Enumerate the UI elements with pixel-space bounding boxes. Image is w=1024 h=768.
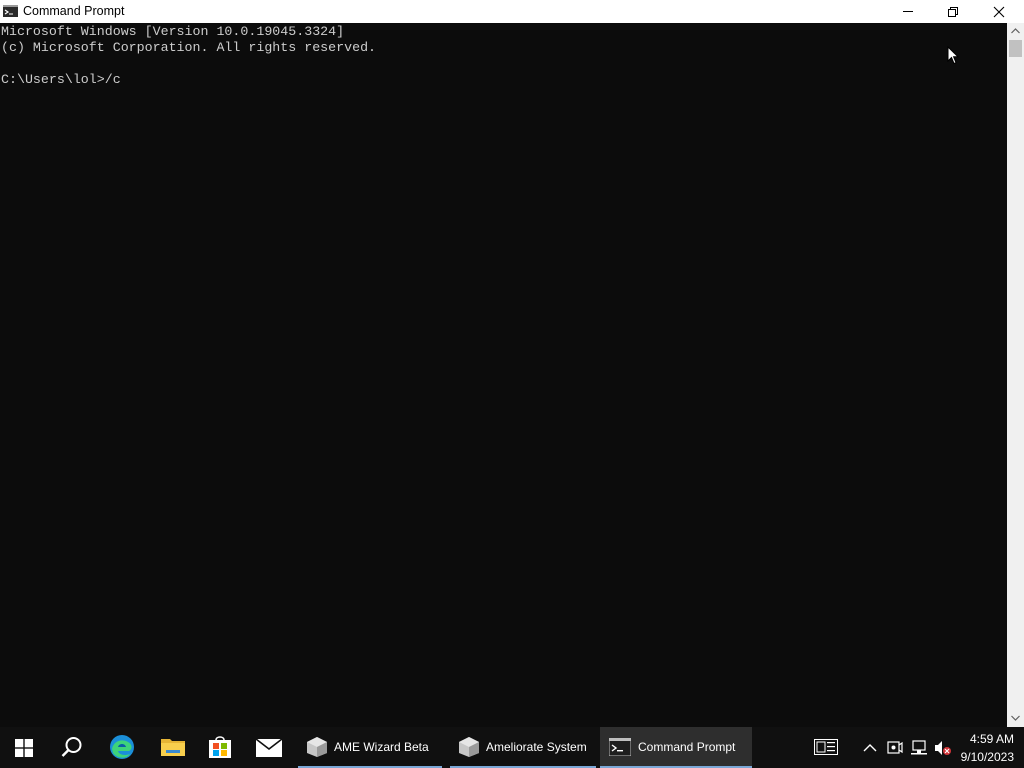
start-button[interactable] xyxy=(0,727,48,768)
console-line: Microsoft Windows [Version 10.0.19045.33… xyxy=(1,24,345,39)
scroll-up-button[interactable] xyxy=(1007,23,1024,40)
file-explorer-button[interactable] xyxy=(148,727,196,768)
minimize-button[interactable] xyxy=(885,0,931,23)
scroll-thumb[interactable] xyxy=(1009,40,1022,57)
cmd-icon xyxy=(609,738,631,756)
volume-muted-icon[interactable] xyxy=(934,740,952,756)
news-widget-icon[interactable] xyxy=(814,739,838,755)
restore-button[interactable] xyxy=(930,0,976,23)
mouse-pointer-icon xyxy=(947,46,959,65)
restore-icon xyxy=(948,7,958,17)
store-icon xyxy=(209,736,231,758)
mail-button[interactable] xyxy=(244,727,292,768)
taskbar-item-ame-wizard[interactable]: AME Wizard Beta xyxy=(298,727,442,768)
task-label: Command Prompt xyxy=(638,740,736,754)
network-icon[interactable] xyxy=(910,740,928,756)
scroll-down-button[interactable] xyxy=(1007,710,1024,727)
task-label: Ameliorate System xyxy=(486,740,587,754)
store-button[interactable] xyxy=(196,727,244,768)
console-area[interactable]: Microsoft Windows [Version 10.0.19045.33… xyxy=(0,23,1007,727)
console-prompt-line: C:\Users\lol>/c xyxy=(1,72,121,87)
taskbar-item-command-prompt[interactable]: Command Prompt xyxy=(600,727,752,768)
chevron-up-icon xyxy=(1011,28,1020,34)
clock-time[interactable]: 4:59 AM xyxy=(958,732,1014,746)
windows-logo-icon xyxy=(15,739,33,757)
window-title: Command Prompt xyxy=(23,4,125,18)
close-icon xyxy=(993,6,1005,18)
edge-button[interactable] xyxy=(98,727,146,768)
minimize-icon xyxy=(903,11,913,12)
close-button[interactable] xyxy=(976,0,1022,23)
console-output: Microsoft Windows [Version 10.0.19045.33… xyxy=(1,24,376,88)
console-line: (c) Microsoft Corporation. All rights re… xyxy=(1,40,377,55)
taskbar-item-ameliorate-system[interactable]: Ameliorate System xyxy=(450,727,596,768)
chevron-down-icon xyxy=(1011,715,1020,721)
search-icon xyxy=(61,737,82,757)
edge-icon xyxy=(110,735,134,759)
search-button[interactable] xyxy=(48,727,96,768)
ame-wizard-icon xyxy=(307,737,327,757)
title-bar[interactable]: Command Prompt xyxy=(0,0,1024,23)
meet-now-icon[interactable] xyxy=(887,741,903,755)
ameliorate-icon xyxy=(459,737,479,757)
mail-icon xyxy=(256,739,282,757)
taskbar: AME Wizard Beta Ameliorate System Comman… xyxy=(0,727,1024,768)
folder-icon xyxy=(161,739,185,756)
vertical-scrollbar[interactable] xyxy=(1007,23,1024,727)
clock-date[interactable]: 9/10/2023 xyxy=(958,750,1014,764)
task-label: AME Wizard Beta xyxy=(334,740,429,754)
cmd-icon xyxy=(3,5,18,17)
chevron-up-icon[interactable] xyxy=(863,743,877,753)
